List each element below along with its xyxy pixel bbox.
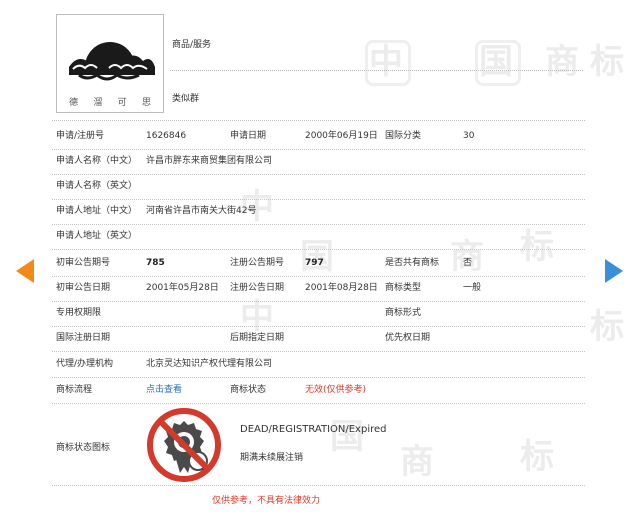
dead-status-icon [146,407,222,486]
status-value: 无效 [305,385,324,395]
row-process-status: 商标流程 点击查看 商标状态 无效(仅供参考) [52,378,585,404]
logo-char: 思 [141,98,151,108]
logo-char: 可 [117,98,127,108]
reg-date-value: 2001年08月28日 [305,283,378,293]
disclaimer-text: 仅供参考，不具有法律效力 [212,496,321,506]
reg-number-label: 申请/注册号 [56,131,105,141]
agent-value: 北京灵达知识产权代理有限公司 [146,359,273,369]
prelim-issue-label: 初审公告期号 [56,258,111,268]
status-icon-en: DEAD/REGISTRATION/Expired [240,424,387,435]
view-process-link[interactable]: 点击查看 [146,378,182,403]
row-applicant-cn: 申请人名称（中文） 许昌市胖东来商贸集团有限公司 [52,149,585,175]
mark-form-label: 商标形式 [385,308,422,318]
watermark-char: 标 [590,42,624,82]
row-address-cn: 申请人地址（中文） 河南省许昌市南关大街42号 [52,199,585,225]
divider [170,70,583,71]
logo-char: 溜 [93,98,103,108]
row-intl-dates: 国际注册日期 后期指定日期 优先权日期 [52,326,585,352]
shared-label: 是否共有商标 [385,258,440,268]
address-cn-value: 河南省许昌市南关大街42号 [146,206,257,216]
row-agent: 代理/办理机构 北京灵达知识产权代理有限公司 [52,352,585,378]
applicant-cn-value: 许昌市胖东来商贸集团有限公司 [146,156,273,166]
watermark-char: 标 [590,307,624,347]
status-note: (仅供参考) [323,385,367,395]
status-label: 商标状态 [230,385,267,395]
trademark-logo-chars: 德 溜 可 思 [69,95,151,108]
goods-services-label: 商品/服务 [172,40,212,50]
row-applicant-en: 申请人名称（英文） [52,174,585,200]
trademark-detail-panel: 德 溜 可 思 商品/服务 类似群 申请/注册号 1626846 申请日期 20… [52,0,585,515]
agent-label: 代理/办理机构 [56,359,114,369]
row-status-icon: 商标状态图标 DEAD/REGISTRATION/Expired 期满未续展注销 [52,405,585,486]
app-date-value: 2000年06月19日 [305,131,378,141]
row-announcement-dates: 初审公告日期 2001年05月28日 注册公告日期 2001年08月28日 商标… [52,276,585,302]
row-registration: 申请/注册号 1626846 申请日期 2000年06月19日 国际分类 30 [52,124,585,150]
shared-value: 否 [463,258,473,268]
intl-reg-date-label: 国际注册日期 [56,333,111,343]
prelim-date-value: 2001年05月28日 [146,283,219,293]
prev-arrow-icon[interactable] [16,259,34,283]
reg-date-label: 注册公告日期 [230,283,285,293]
intl-class-value: 30 [463,131,475,141]
later-date-label: 后期指定日期 [230,333,285,343]
reg-issue-label: 注册公告期号 [230,258,285,268]
row-address-en: 申请人地址（英文） [52,224,585,250]
intl-class-label: 国际分类 [385,131,422,141]
status-icon-label: 商标状态图标 [56,443,111,453]
prelim-date-label: 初审公告日期 [56,283,111,293]
prelim-issue-value: 785 [146,258,165,268]
logo-char: 德 [69,98,79,108]
trademark-logo: 德 溜 可 思 [56,14,164,113]
reg-number-value: 1626846 [146,131,187,141]
priority-date-label: 优先权日期 [385,333,431,343]
applicant-cn-label: 申请人名称（中文） [56,156,138,166]
trademark-logo-graphic [69,42,155,81]
divider [52,120,585,121]
app-date-label: 申请日期 [230,131,267,141]
similar-group-label: 类似群 [172,94,200,104]
process-label: 商标流程 [56,385,93,395]
status-icon-cn: 期满未续展注销 [240,453,304,463]
row-announcement-issues: 初审公告期号 785 注册公告期号 797 是否共有商标 否 [52,251,585,277]
exclusive-period-label: 专用权期限 [56,308,102,318]
mark-type-label: 商标类型 [385,283,422,293]
address-en-label: 申请人地址（英文） [56,231,138,241]
next-arrow-icon[interactable] [605,259,623,283]
mark-type-value: 一般 [463,283,482,293]
row-exclusive-period: 专用权期限 商标形式 [52,301,585,327]
address-cn-label: 申请人地址（中文） [56,206,138,216]
applicant-en-label: 申请人名称（英文） [56,181,138,191]
status-value-group: 无效(仅供参考) [305,378,366,403]
reg-issue-value: 797 [305,258,324,268]
